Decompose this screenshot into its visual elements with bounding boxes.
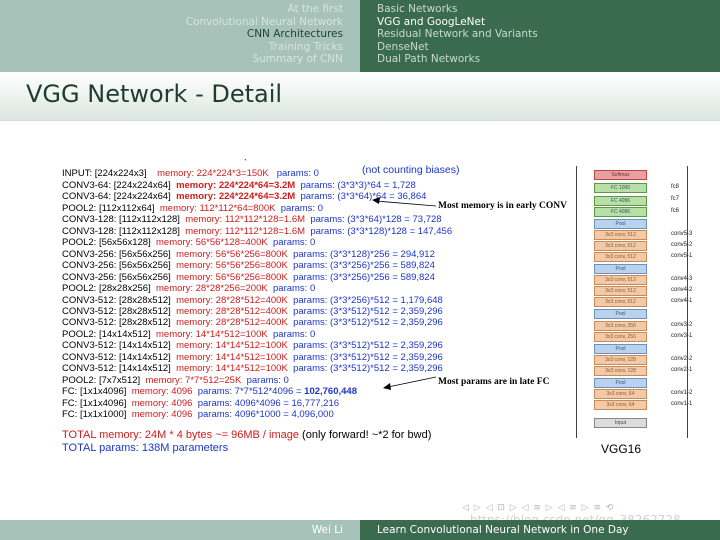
header-bar: At the first Convolutional Neural Networ… (0, 0, 720, 72)
subsection-item[interactable]: Residual Network and Variants (360, 28, 720, 41)
vgg16-layer-box: 3x3 conv, 64 (594, 400, 647, 410)
vgg16-layer-box: 3x3 conv, 512 (594, 241, 647, 251)
vgg-detail-figure: ` INPUT: [224x224x3] memory: 224*224*3=1… (58, 158, 692, 458)
vgg16-layer-box: Input (594, 418, 647, 428)
vgg16-layer-label: fc7 (671, 196, 680, 202)
vgg16-layer-label: fc6 (671, 208, 680, 214)
subsection-item-active[interactable]: VGG and GoogLeNet (360, 16, 720, 29)
vgg16-layer-box: FC 4096 (594, 196, 647, 206)
vgg16-layer-box: 3x3 conv, 128 (594, 355, 647, 365)
vgg16-diagram: Softmax FC 1000 FC 4096 FC 4096 Pool 3x3 conv… (576, 164, 692, 456)
vgg16-layer-box: 3x3 conv, 512 (594, 275, 647, 285)
vgg16-layer-box: FC 1000 (594, 183, 647, 193)
vgg16-layer-box: Pool (594, 344, 647, 354)
subsection-item[interactable]: DenseNet (360, 41, 720, 54)
arrow-memory-head (372, 197, 380, 204)
vgg16-caption: VGG16 (601, 442, 642, 456)
vgg16-layer-label: conv5-1 (671, 253, 693, 259)
beamer-nav-symbols[interactable]: ◁ ▷ ◁ ⊡ ▷ ◁ ≡ ▷ ◁ ≡ ▷ ≡ ⟲ (462, 503, 614, 513)
section-item[interactable]: Convolutional Neural Network (0, 16, 360, 29)
vgg16-layer-box: Pool (594, 219, 647, 229)
vgg16-layer-label: conv4-1 (671, 298, 693, 304)
vgg16-layer-box: Pool (594, 264, 647, 274)
vgg16-layer-label: conv4-3 (671, 276, 693, 282)
footer-author: Wei Li (0, 520, 360, 540)
arrow-memory (375, 200, 437, 207)
vgg16-layer-label: fc8 (671, 184, 680, 190)
footer-bar: Wei Li Learn Convolutional Neural Networ… (0, 520, 720, 540)
vgg16-layer-label: conv3-1 (671, 333, 693, 339)
section-nav: At the first Convolutional Neural Networ… (0, 0, 360, 72)
diagram-border-left (576, 166, 577, 438)
subsection-item[interactable]: Basic Networks (360, 3, 720, 16)
section-item[interactable]: At the first (0, 3, 360, 16)
vgg16-layer-box: Pool (594, 309, 647, 319)
vgg16-layer-box: 3x3 conv, 512 (594, 297, 647, 307)
vgg16-layer-box: Pool (594, 378, 647, 388)
subsection-item[interactable]: Dual Path Networks (360, 53, 720, 66)
vgg16-layer-label: conv3-2 (671, 322, 693, 328)
section-item[interactable]: Training Tricks (0, 41, 360, 54)
vgg16-layer-label: conv2-1 (671, 367, 693, 373)
note-params: Most params are in late FC (438, 377, 550, 387)
frame-title: VGG Network - Detail (26, 80, 283, 108)
vgg16-layer-label: conv2-2 (671, 356, 693, 362)
vgg16-layer-box: 3x3 conv, 64 (594, 389, 647, 399)
vgg16-layer-label: conv1-2 (671, 390, 693, 396)
arrow-params (387, 376, 437, 388)
arrow-params-head (383, 383, 391, 390)
vgg16-layer-label: conv1-1 (671, 401, 693, 407)
subsection-nav: Basic Networks VGG and GoogLeNet Residua… (360, 0, 720, 72)
vgg16-layer-box: 3x3 conv, 512 (594, 230, 647, 240)
vgg16-layer-label: conv4-2 (671, 287, 693, 293)
vgg16-layer-box: Softmax (594, 170, 647, 180)
note-memory: Most memory is in early CONV (438, 201, 568, 211)
section-item-active[interactable]: CNN Architectures (0, 28, 360, 41)
section-item[interactable]: Summary of CNN (0, 53, 360, 66)
vgg16-layer-box: FC 4096 (594, 207, 647, 217)
vgg16-layer-box: 3x3 conv, 128 (594, 366, 647, 376)
vgg16-layer-label: conv5-2 (671, 242, 693, 248)
footer-talk-title: Learn Convolutional Neural Network in On… (360, 520, 720, 540)
vgg16-layer-box: 3x3 conv, 512 (594, 252, 647, 262)
vgg16-layer-box: 3x3 conv, 256 (594, 321, 647, 331)
vgg16-layer-box: 3x3 conv, 256 (594, 332, 647, 342)
vgg16-layer-box: 3x3 conv, 512 (594, 286, 647, 296)
vgg16-layer-label: conv5-3 (671, 231, 693, 237)
frame-title-bar: VGG Network - Detail (0, 72, 720, 121)
